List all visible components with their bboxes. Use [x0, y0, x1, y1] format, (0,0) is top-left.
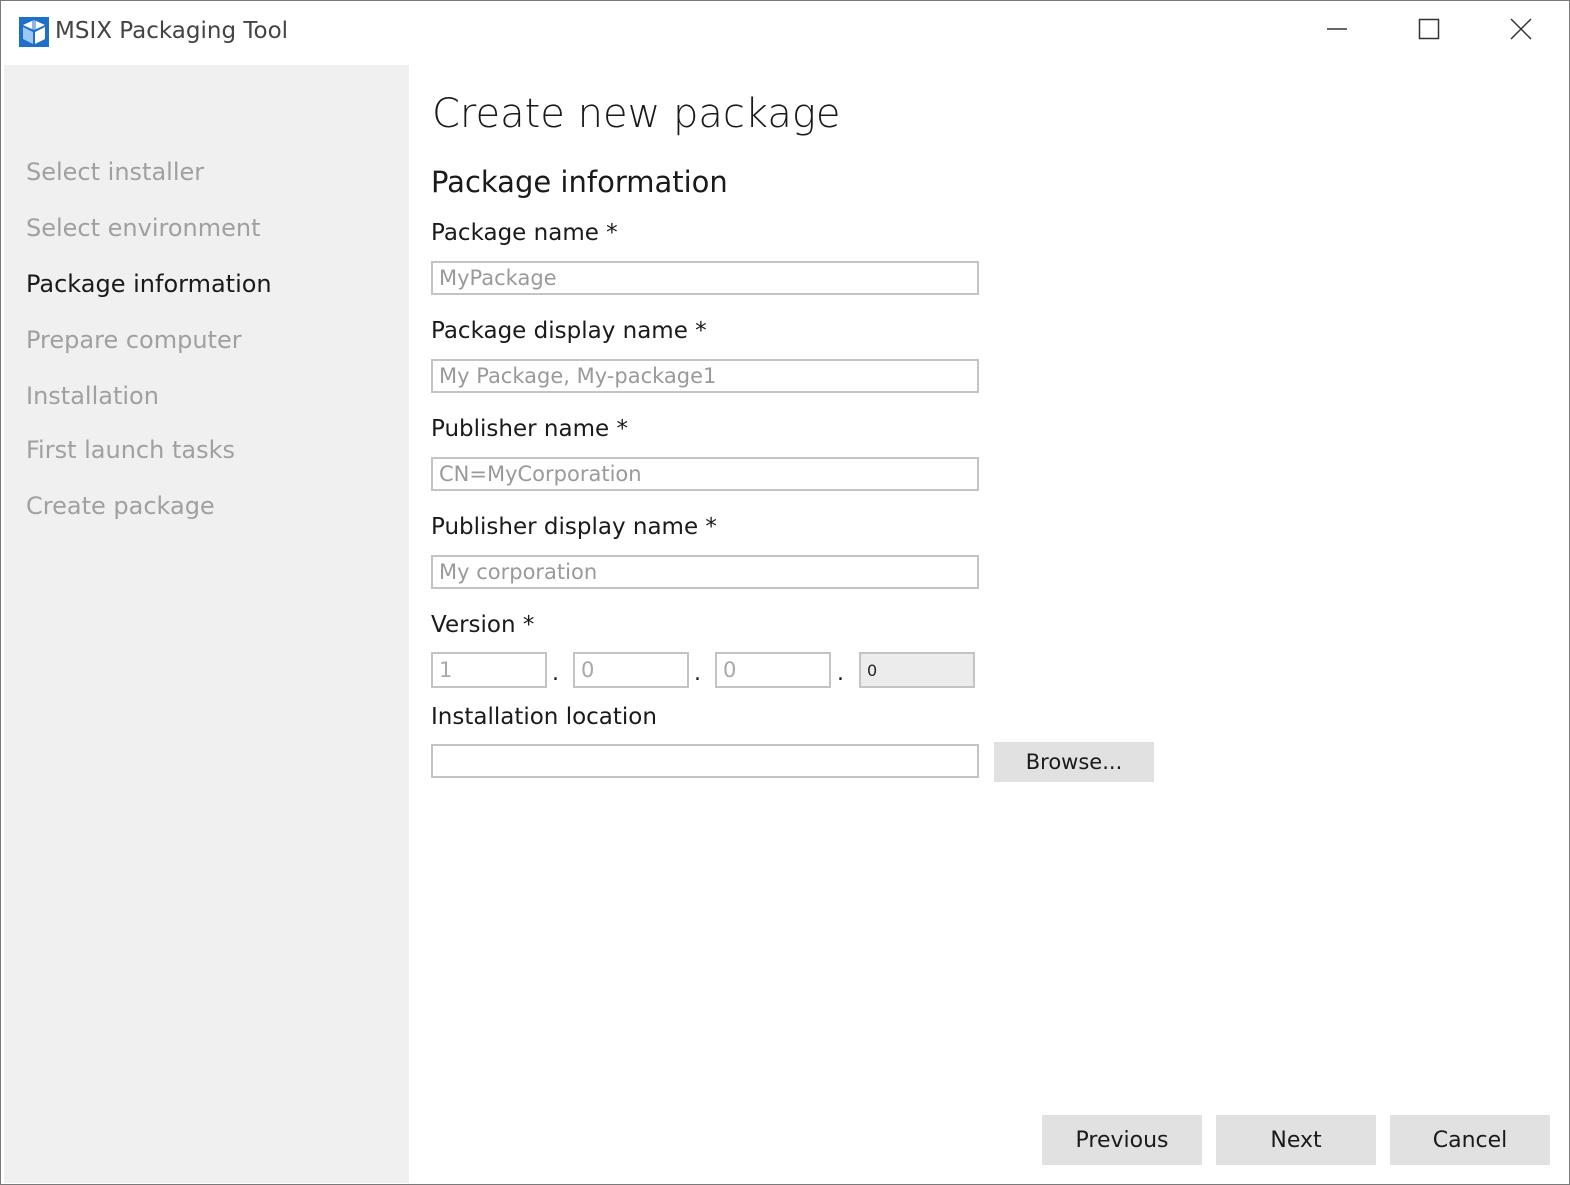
- package-display-name-label: Package display name *: [431, 318, 707, 344]
- version-revision-input: [859, 652, 975, 688]
- step-select-environment: Select environment: [26, 214, 261, 242]
- section-title: Package information: [431, 165, 728, 199]
- version-major-input[interactable]: [431, 652, 547, 688]
- step-first-launch-tasks: First launch tasks: [26, 436, 235, 464]
- window-title: MSIX Packaging Tool: [55, 18, 289, 44]
- next-button[interactable]: Next: [1216, 1115, 1376, 1165]
- maximize-icon: [1418, 18, 1440, 44]
- maximize-button[interactable]: [1383, 1, 1475, 61]
- minimize-button[interactable]: [1291, 1, 1383, 61]
- page-title: Create new package: [432, 91, 841, 137]
- installation-location-label: Installation location: [431, 704, 657, 730]
- wizard-steps-sidebar: Select installer Select environment Pack…: [4, 65, 409, 1183]
- package-display-name-input[interactable]: [431, 359, 979, 393]
- publisher-display-name-input[interactable]: [431, 555, 979, 589]
- version-separator: .: [552, 661, 559, 686]
- version-label: Version *: [431, 612, 535, 638]
- close-button[interactable]: [1475, 1, 1567, 61]
- title-bar[interactable]: MSIX Packaging Tool: [1, 1, 1569, 65]
- minimize-icon: [1326, 18, 1348, 44]
- app-window: MSIX Packaging Tool Select installer Sel…: [0, 0, 1570, 1185]
- step-prepare-computer: Prepare computer: [26, 326, 242, 354]
- version-separator: .: [837, 661, 844, 686]
- version-minor-input[interactable]: [573, 652, 689, 688]
- previous-button[interactable]: Previous: [1042, 1115, 1202, 1165]
- publisher-name-label: Publisher name *: [431, 416, 628, 442]
- step-select-installer: Select installer: [26, 158, 205, 186]
- cancel-button[interactable]: Cancel: [1390, 1115, 1550, 1165]
- msix-package-box-icon: [18, 16, 50, 48]
- main-content: Create new package Package information P…: [409, 65, 1569, 1183]
- step-package-information: Package information: [26, 270, 272, 298]
- browse-button[interactable]: Browse...: [994, 742, 1154, 782]
- version-separator: .: [694, 661, 701, 686]
- version-build-input[interactable]: [715, 652, 831, 688]
- step-create-package: Create package: [26, 492, 215, 520]
- installation-location-input[interactable]: [431, 744, 979, 778]
- publisher-display-name-label: Publisher display name *: [431, 514, 717, 540]
- publisher-name-input[interactable]: [431, 457, 979, 491]
- step-installation: Installation: [26, 382, 159, 410]
- package-name-label: Package name *: [431, 220, 618, 246]
- close-icon: [1509, 17, 1533, 45]
- package-name-input[interactable]: [431, 261, 979, 295]
